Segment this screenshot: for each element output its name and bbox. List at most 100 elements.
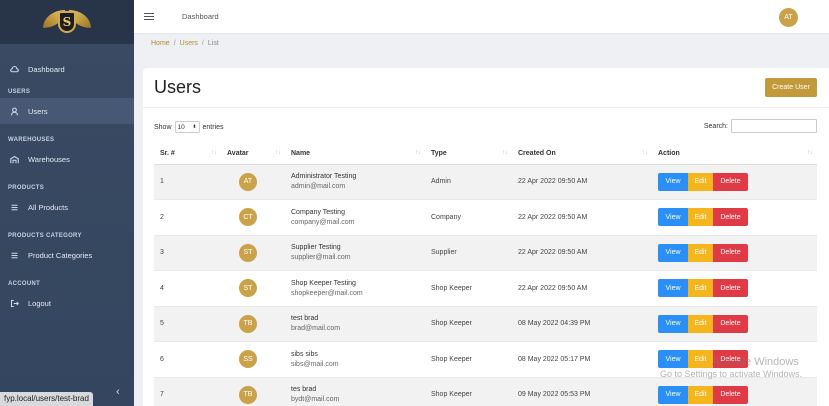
avatar: ST [239,243,257,262]
delete-button[interactable]: Delete [713,279,748,298]
cell-type: Shop Keeper [431,320,472,328]
windows-watermark: Activate Windows Go to Settings to activ… [660,356,802,380]
cell-created: 22 Apr 2022 09:50 AM [518,178,588,186]
sidebar: S Dashboard USERS Users WAREHOUSES Wareh… [0,0,134,406]
entries-value: 10 [177,123,185,131]
sidebar-item-users[interactable]: Users [0,98,134,124]
sidebar-item-logout[interactable]: Logout [0,290,134,316]
col-type[interactable]: Type ↑↓ [425,144,512,165]
cell-name: Shop Keeper Testing [291,279,356,287]
cell-email: sibs@mail.com [291,360,339,368]
topbar: Dashboard AT [134,0,829,34]
breadcrumb-current: List [207,40,219,47]
row-actions: View Edit Delete [658,385,817,404]
edit-button[interactable]: Edit [688,172,713,191]
edit-button[interactable]: Edit [688,208,713,227]
cell-type: Shop Keeper [431,284,472,292]
view-button[interactable]: View [658,314,688,333]
sidebar-item-warehouses[interactable]: Warehouses [0,146,134,172]
cell-created: 22 Apr 2022 09:50 AM [518,213,588,221]
sort-icon: ↑↓ [807,150,813,156]
col-name[interactable]: Name ↑↓ [285,144,425,165]
list-icon [8,201,20,213]
col-sr[interactable]: Sr. # ↑↓ [154,144,221,165]
create-user-button[interactable]: Create User [765,78,817,97]
view-button[interactable]: View [658,208,688,227]
edit-button[interactable]: Edit [688,385,713,404]
cell-created: 08 May 2022 04:39 PM [518,320,591,328]
sort-icon: ↑↓ [502,150,508,156]
cell-sr: 3 [160,249,164,257]
user-avatar[interactable]: AT [779,8,798,27]
breadcrumb-users[interactable]: Users [180,40,198,47]
sidebar-item-label: Logout [28,298,51,308]
sort-icon: ↑↓ [275,150,281,156]
search-input[interactable] [731,119,817,133]
table-row: 2 CT Company Testing company@mail.com Compan… [154,200,817,235]
watermark-line2: Go to Settings to activate Windows. [660,369,803,379]
edit-button[interactable]: Edit [688,314,713,333]
edit-button[interactable]: Edit [688,279,713,298]
cell-email: brad@mail.com [291,325,341,333]
sidebar-item-dashboard[interactable]: Dashboard [0,56,134,82]
cell-sr: 7 [160,391,164,399]
delete-button[interactable]: Delete [713,172,748,191]
cell-created: 22 Apr 2022 09:50 AM [518,249,588,257]
delete-button[interactable]: Delete [713,243,748,262]
cell-type: Shop Keeper [431,391,472,399]
delete-button[interactable]: Delete [713,208,748,227]
cell-email: company@mail.com [291,218,355,226]
cell-name: Company Testing [291,208,345,216]
divider [143,107,829,108]
col-avatar[interactable]: Avatar ↑↓ [221,144,285,165]
sort-icon: ↑↓ [211,150,217,156]
view-button[interactable]: View [658,243,688,262]
sidebar-item-label: Warehouses [28,154,70,164]
avatar: CT [239,208,257,227]
avatar: TB [239,314,257,333]
sidebar-heading-products-category: PRODUCTS CATEGORY [8,233,82,239]
view-button[interactable]: View [658,385,688,404]
select-arrows-icon: ⬍ [192,124,197,130]
avatar: AT [239,172,257,191]
cell-email: bydt@mail.com [291,396,340,404]
cell-sr: 2 [160,213,164,221]
breadcrumb-home[interactable]: Home [151,40,170,47]
sidebar-heading-users: USERS [8,89,31,95]
cell-email: shopkeeper@mail.com [291,289,363,297]
cell-type: Supplier [431,249,457,257]
sidebar-item-all-products[interactable]: All Products [0,194,134,220]
view-button[interactable]: View [658,172,688,191]
row-actions: View Edit Delete [658,314,817,333]
entries-select[interactable]: 10 ⬍ [174,121,200,133]
breadcrumb: Home / Users / List [151,40,219,47]
entries-label: entries [202,123,224,131]
logout-icon [8,297,20,309]
delete-button[interactable]: Delete [713,385,748,404]
edit-button[interactable]: Edit [688,243,713,262]
sidebar-heading-account: ACCOUNT [8,281,41,287]
watermark-line1: Activate Windows [712,356,799,368]
row-actions: View Edit Delete [658,208,817,227]
table-row: 4 ST Shop Keeper Testing shopkeeper@mail.co… [154,271,817,306]
sidebar-item-product-categories[interactable]: Product Categories [0,242,134,268]
cell-email: admin@mail.com [291,183,346,191]
view-button[interactable]: View [658,279,688,298]
show-entries: Show 10 ⬍ entries [154,121,224,133]
list-icon [8,249,20,261]
cell-name: Supplier Testing [291,244,341,252]
logo[interactable]: S [0,0,134,44]
cell-name: test brad [291,315,319,323]
sidebar-item-label: All Products [28,202,69,212]
delete-button[interactable]: Delete [713,314,748,333]
menu-toggle-icon[interactable] [144,13,154,20]
show-label: Show [154,123,172,131]
cell-created: 08 May 2022 05:17 PM [518,355,591,363]
col-created[interactable]: Created On ↑↓ [512,144,652,165]
cell-sr: 6 [160,355,164,363]
col-action[interactable]: Action ↑↓ [652,144,817,165]
cell-type: Shop Keeper [431,355,472,363]
sidebar-collapse-button[interactable]: ‹ [116,386,120,398]
table-row: 1 AT Administrator Testing admin@mail.com Ad… [154,164,817,200]
cell-type: Admin [431,178,451,186]
